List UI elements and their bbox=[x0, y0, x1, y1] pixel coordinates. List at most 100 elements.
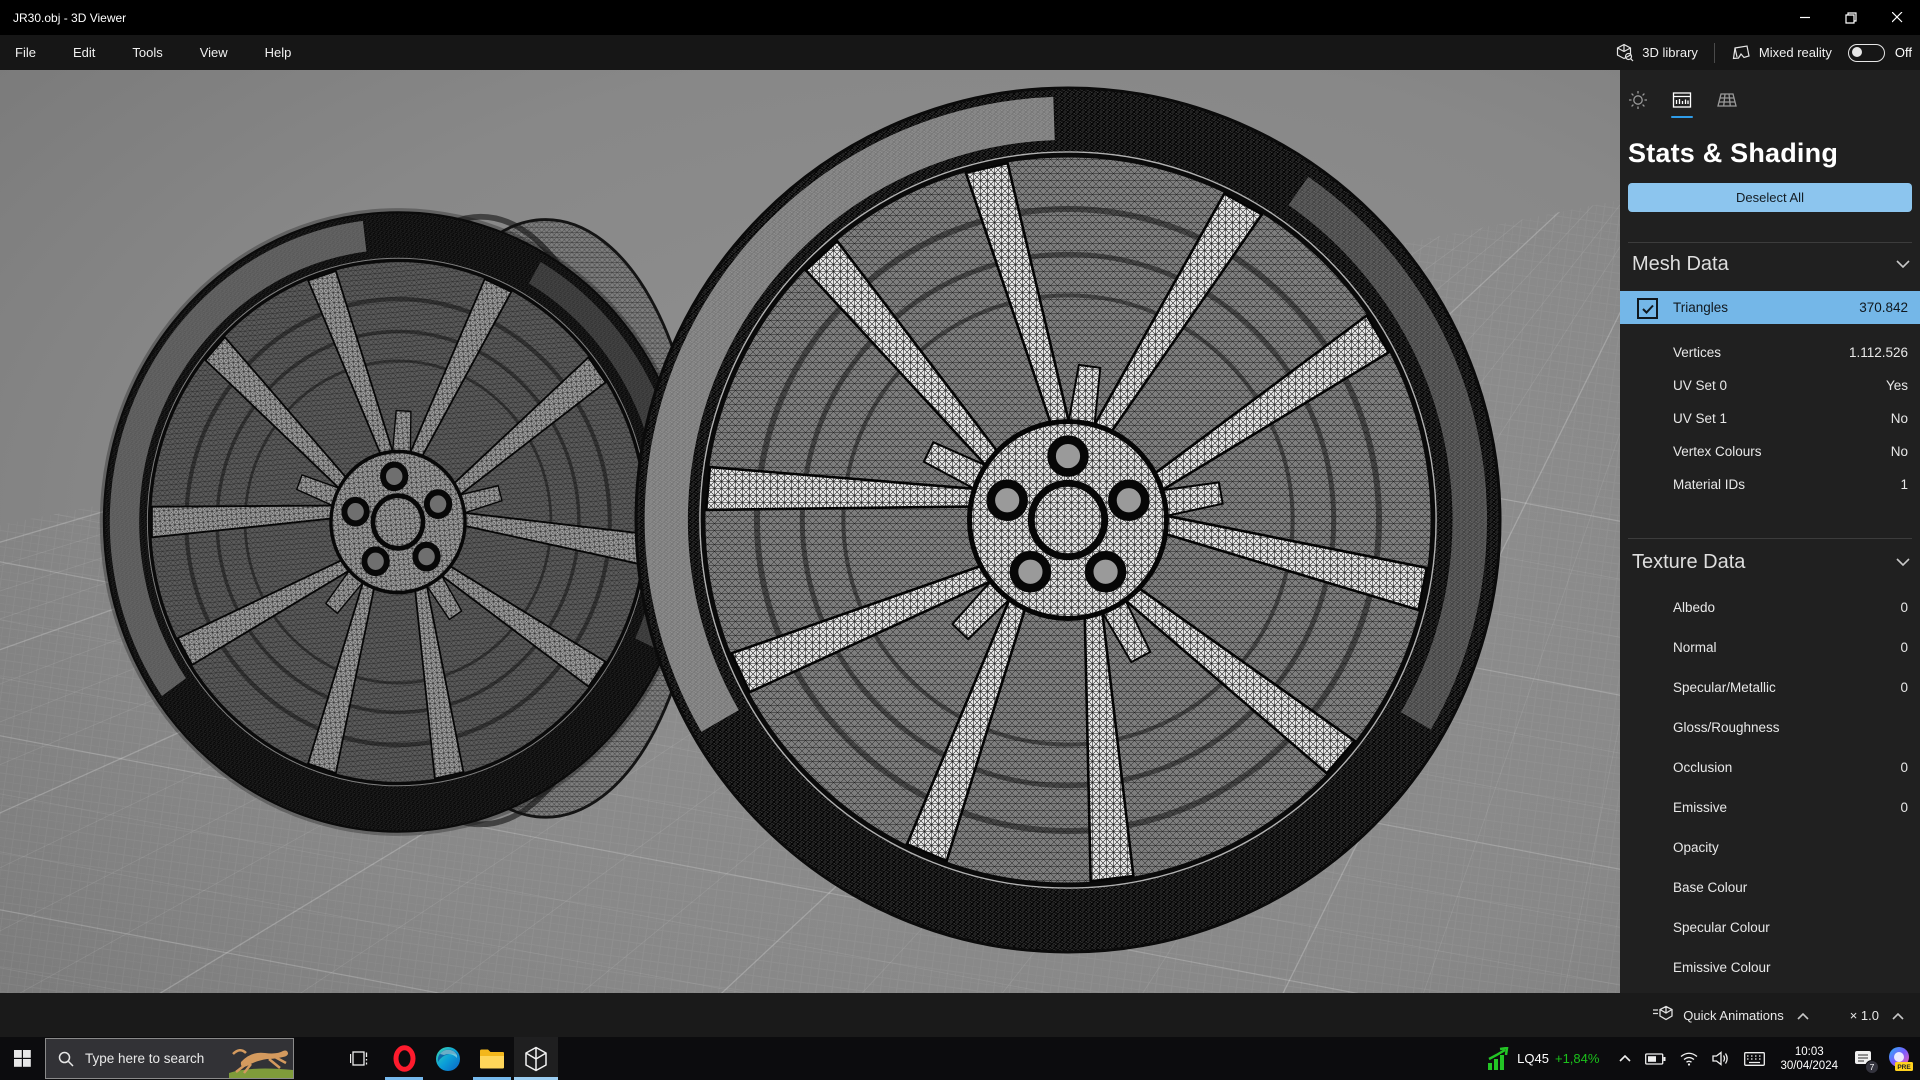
menu-tools[interactable]: Tools bbox=[120, 35, 174, 70]
task-view-button[interactable] bbox=[338, 1037, 382, 1080]
system-tray: LQ45 +1,84% 10:03 30/04/2024 7 PRE bbox=[1480, 1037, 1920, 1080]
stat-row-uv-set-1[interactable]: UV Set 1 No bbox=[1620, 402, 1920, 435]
toggle-knob bbox=[1851, 47, 1862, 57]
stat-row-emissive-colour[interactable]: Emissive Colour bbox=[1620, 947, 1920, 987]
section-title: Texture Data bbox=[1632, 550, 1746, 573]
quick-animations-icon bbox=[1652, 1005, 1674, 1026]
wifi-button[interactable] bbox=[1673, 1037, 1705, 1080]
stat-row-emissive[interactable]: Emissive 0 bbox=[1620, 787, 1920, 827]
close-icon bbox=[1891, 12, 1902, 23]
taskbar-file-explorer[interactable] bbox=[470, 1037, 514, 1080]
stat-row-vertices[interactable]: Vertices 1.112.526 bbox=[1620, 336, 1920, 369]
divider bbox=[1628, 538, 1912, 539]
menubar: File Edit Tools View Help 3D library Mix… bbox=[0, 35, 1920, 70]
task-view-icon bbox=[350, 1051, 368, 1066]
screen: JR30.obj - 3D Viewer File Edit Tools Vie… bbox=[0, 0, 1920, 1080]
start-button[interactable] bbox=[2, 1037, 42, 1080]
stats-shading-panel: Stats & Shading Deselect All Mesh Data T… bbox=[1620, 70, 1920, 993]
3d-viewer-icon bbox=[525, 1046, 547, 1071]
titlebar: JR30.obj - 3D Viewer bbox=[0, 0, 1920, 35]
windows-logo-icon bbox=[13, 1050, 31, 1067]
close-button[interactable] bbox=[1874, 0, 1920, 35]
animation-bar: Quick Animations × 1.0 bbox=[0, 993, 1920, 1037]
stat-row-specular-colour[interactable]: Specular Colour bbox=[1620, 907, 1920, 947]
stat-row-specular-metallic[interactable]: Specular/Metallic 0 bbox=[1620, 667, 1920, 707]
stat-row-material-ids[interactable]: Material IDs 1 bbox=[1620, 468, 1920, 501]
checkbox-triangles[interactable] bbox=[1637, 298, 1658, 319]
search-input[interactable] bbox=[83, 1050, 217, 1067]
menu-edit[interactable]: Edit bbox=[61, 35, 107, 70]
stat-row-vertex-colours[interactable]: Vertex Colours No bbox=[1620, 435, 1920, 468]
touch-keyboard-button[interactable] bbox=[1737, 1037, 1772, 1080]
hidden-icons-button[interactable] bbox=[1612, 1037, 1638, 1080]
3d-library-label: 3D library bbox=[1642, 45, 1698, 60]
stat-value: Yes bbox=[1885, 378, 1908, 393]
battery-button[interactable] bbox=[1638, 1037, 1673, 1080]
stat-label: Emissive Colour bbox=[1673, 959, 1771, 975]
animation-speed: × 1.0 bbox=[1849, 1007, 1879, 1023]
notification-center-button[interactable]: 7 bbox=[1846, 1037, 1880, 1080]
stat-label: Occlusion bbox=[1673, 759, 1733, 775]
taskbar-opera[interactable] bbox=[382, 1037, 426, 1080]
stock-chart-icon bbox=[1488, 1046, 1509, 1070]
edge-icon bbox=[436, 1046, 460, 1071]
minimize-button[interactable] bbox=[1782, 0, 1828, 35]
stat-value: 0 bbox=[1900, 679, 1908, 695]
menu-file[interactable]: File bbox=[3, 35, 48, 70]
quick-animations-expand-button[interactable] bbox=[1793, 1006, 1813, 1025]
keyboard-icon bbox=[1744, 1051, 1766, 1066]
chevron-up-icon bbox=[1892, 1012, 1904, 1020]
restore-button[interactable] bbox=[1828, 0, 1874, 35]
deselect-all-button[interactable]: Deselect All bbox=[1628, 183, 1912, 212]
menu-view[interactable]: View bbox=[188, 35, 240, 70]
section-header-mesh-data[interactable]: Mesh Data bbox=[1632, 249, 1910, 279]
minimize-icon bbox=[1799, 16, 1810, 19]
taskbar-3d-viewer[interactable] bbox=[514, 1037, 558, 1080]
stat-row-gloss-roughness[interactable]: Gloss/Roughness bbox=[1620, 707, 1920, 747]
stat-row-opacity[interactable]: Opacity bbox=[1620, 827, 1920, 867]
wheel-model-front bbox=[634, 86, 1502, 954]
3d-library-button[interactable]: 3D library bbox=[1609, 35, 1704, 70]
stats-icon bbox=[1672, 91, 1692, 108]
restore-icon bbox=[1845, 11, 1857, 24]
pre-app-label: PRE bbox=[1897, 1064, 1911, 1071]
stat-label: UV Set 0 bbox=[1673, 378, 1728, 393]
stat-row-uv-set-0[interactable]: UV Set 0 Yes bbox=[1620, 369, 1920, 402]
checkmark-icon bbox=[1641, 304, 1654, 314]
chevron-up-icon bbox=[1797, 1012, 1809, 1020]
menu-help[interactable]: Help bbox=[253, 35, 304, 70]
stat-row-base-colour[interactable]: Base Colour bbox=[1620, 867, 1920, 907]
tray-date: 30/04/2024 bbox=[1780, 1059, 1838, 1072]
3d-library-icon bbox=[1617, 43, 1634, 62]
volume-button[interactable] bbox=[1705, 1037, 1737, 1080]
stat-row-normal[interactable]: Normal 0 bbox=[1620, 627, 1920, 667]
stock-change: +1,84% bbox=[1554, 1051, 1600, 1066]
stat-row-triangles[interactable]: Triangles 370.842 bbox=[1620, 291, 1920, 324]
stock-widget[interactable]: LQ45 +1,84% bbox=[1480, 1037, 1612, 1080]
mixed-reality-toggle[interactable] bbox=[1847, 43, 1885, 62]
stat-row-occlusion[interactable]: Occlusion 0 bbox=[1620, 747, 1920, 787]
mixed-reality-label: Mixed reality bbox=[1758, 45, 1832, 60]
tab-stats-shading[interactable] bbox=[1671, 86, 1693, 118]
tab-environment[interactable] bbox=[1628, 86, 1648, 116]
taskbar: LQ45 +1,84% bbox=[0, 1037, 1920, 1080]
section-header-texture-data[interactable]: Texture Data bbox=[1632, 547, 1910, 577]
taskbar-edge[interactable] bbox=[426, 1037, 470, 1080]
pre-app-button[interactable]: PRE bbox=[1880, 1037, 1920, 1080]
mixed-reality-button[interactable]: Mixed reality bbox=[1725, 35, 1838, 70]
opera-icon bbox=[393, 1045, 415, 1072]
stat-row-albedo[interactable]: Albedo 0 bbox=[1620, 587, 1920, 627]
menubar-separator bbox=[1713, 42, 1715, 63]
viewport-3d[interactable] bbox=[0, 70, 1620, 993]
stat-label: Triangles bbox=[1673, 300, 1729, 315]
mixed-reality-icon bbox=[1732, 44, 1750, 59]
texture-data-rows: Albedo 0 Normal 0 Specular/Metallic 0 Gl… bbox=[1620, 587, 1920, 987]
tab-grid[interactable] bbox=[1716, 86, 1737, 116]
speaker-icon bbox=[1712, 1051, 1729, 1066]
chevron-down-icon bbox=[1896, 260, 1910, 268]
window-controls bbox=[1782, 0, 1920, 35]
taskbar-search[interactable] bbox=[45, 1038, 294, 1079]
speed-expand-button[interactable] bbox=[1888, 1006, 1908, 1025]
clock[interactable]: 10:03 30/04/2024 bbox=[1772, 1037, 1846, 1080]
battery-icon bbox=[1645, 1052, 1666, 1065]
